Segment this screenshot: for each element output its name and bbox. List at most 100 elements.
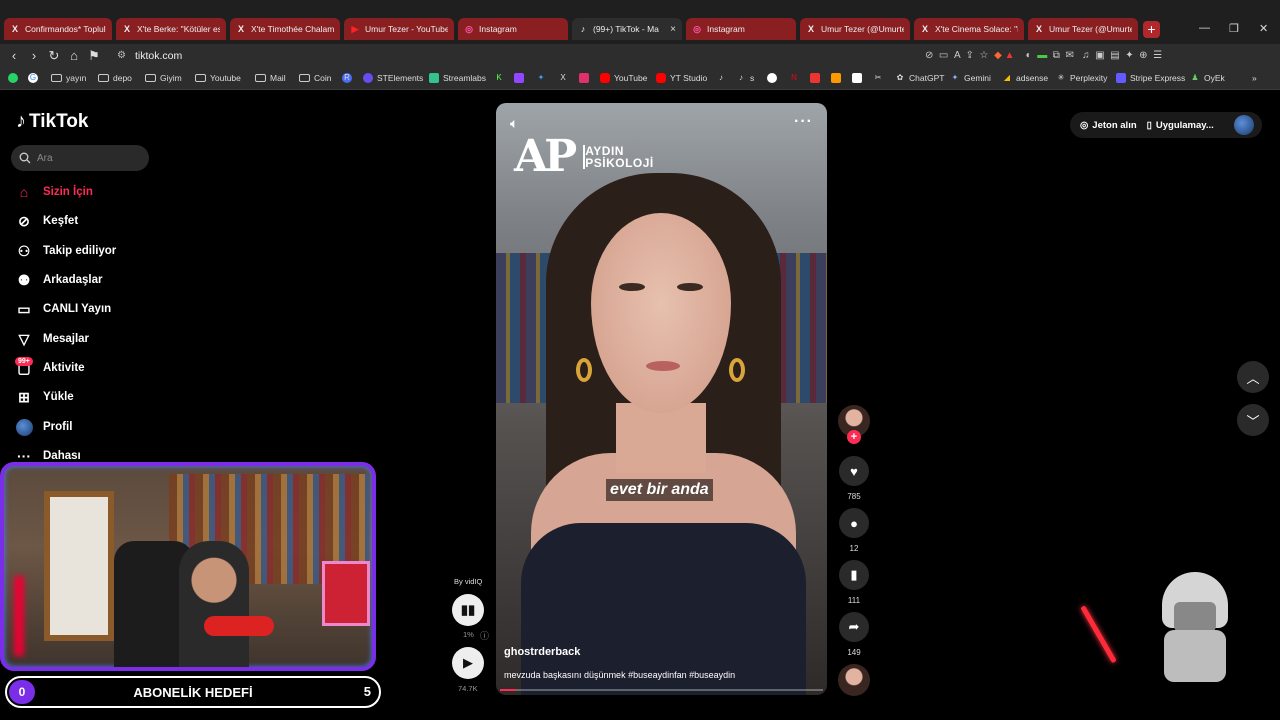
bookmark[interactable] (852, 73, 866, 83)
like-action[interactable]: ♥ 785 (838, 456, 870, 501)
like-count: 785 (847, 492, 861, 501)
get-app-button[interactable]: ▯ Uygulamay... (1147, 120, 1214, 131)
video-eye (619, 283, 645, 291)
comment-icon[interactable]: ● (839, 508, 869, 538)
nav-friends[interactable]: ⚉ Arkadaşlar (15, 271, 103, 289)
bookmark-folder[interactable]: Coin (299, 73, 331, 83)
video-progress-bar[interactable] (500, 689, 823, 691)
browser-tab[interactable]: X Confirmandos* Toplulu (4, 18, 112, 40)
site-info-icon[interactable]: ⚙ (117, 50, 126, 61)
bookmark-folder[interactable]: Giyim (145, 73, 182, 83)
bookmark[interactable]: YouTube (600, 73, 647, 83)
bookmark[interactable] (767, 73, 781, 83)
bookmark[interactable]: ✳ Perplexity (1056, 73, 1108, 83)
browser-tab-active[interactable]: ♪ (99+) TikTok - Ma × (572, 18, 682, 40)
search-box[interactable] (11, 145, 149, 171)
more-bookmarks-icon[interactable]: » (1252, 73, 1257, 83)
play-button[interactable]: ▶ (452, 647, 484, 679)
bookmark[interactable]: X (558, 73, 572, 83)
share-icon[interactable]: ➦ (839, 612, 869, 642)
forward-icon[interactable]: › (26, 49, 42, 63)
bookmark[interactable]: N (789, 73, 803, 83)
nav-upload[interactable]: ⊞ Yükle (15, 388, 74, 406)
heart-icon[interactable]: ♥ (839, 456, 869, 486)
minimize-icon[interactable]: — (1199, 22, 1210, 34)
volume-icon[interactable]: 🔈︎ (510, 115, 518, 132)
bookmark-icon[interactable]: ⚑ (86, 49, 102, 63)
browser-tab[interactable]: X X'te Cinema Solace: "N (914, 18, 1024, 40)
back-icon[interactable]: ‹ (6, 49, 22, 63)
bookmark[interactable]: ✿ ChatGPT (895, 73, 945, 83)
video-caption[interactable]: mevzuda başkasını düşünmek #buseaydinfan… (504, 670, 735, 680)
search-icon (19, 152, 31, 164)
reload-icon[interactable]: ↻ (46, 49, 62, 63)
adsense-icon: ◢ (1003, 73, 1011, 82)
bookmark[interactable] (810, 73, 824, 83)
url-field[interactable]: tiktok.com (135, 50, 182, 62)
bookmark[interactable]: ◢ adsense (1002, 73, 1048, 83)
previous-video-button[interactable]: ︿ (1237, 361, 1269, 393)
maximize-icon[interactable]: ❐ (1229, 22, 1239, 35)
search-input[interactable] (37, 152, 137, 164)
get-coins-button[interactable]: ◎ Jeton alın (1080, 120, 1137, 131)
next-video-button[interactable]: ﹀ (1237, 404, 1269, 436)
bookmark-folder[interactable]: Youtube (195, 73, 241, 83)
browser-tab[interactable]: ◎ Instagram (458, 18, 568, 40)
nav-explore[interactable]: ⊘ Keşfet (15, 212, 78, 230)
comment-action[interactable]: ● 12 (838, 508, 870, 553)
vidiq-stats-button[interactable]: ▮▮ (452, 594, 484, 626)
youtube-icon (600, 73, 610, 83)
music-disc-avatar[interactable] (838, 664, 870, 696)
bookmark-icon[interactable]: ▮ (839, 560, 869, 590)
browser-tab[interactable]: X X'te Timothée Chalam (230, 18, 340, 40)
share-action[interactable]: ➦ 149 (838, 612, 870, 657)
more-options-icon[interactable]: ··· (794, 113, 813, 131)
amazon-icon (852, 73, 862, 83)
user-avatar[interactable] (1234, 115, 1254, 135)
youtube-studio-icon (656, 73, 666, 83)
follow-plus-icon[interactable]: + (847, 430, 861, 444)
toolbar-extension-icons[interactable]: ⊘ ▭ A ⇪ ☆ ◆ ▲ ◐ ▬ ⧉ ✉ ♫ ▣ ▤ ✦ ⊕ ☰ (925, 50, 1162, 61)
browser-tab[interactable]: ▶ Umur Tezer - YouTube (344, 18, 454, 40)
nav-following[interactable]: ⚇ Takip ediliyor (15, 242, 117, 260)
google-bookmark[interactable]: G (28, 73, 42, 83)
close-window-icon[interactable]: ✕ (1259, 22, 1268, 35)
whatsapp-bookmark[interactable] (8, 73, 22, 83)
bookmark[interactable]: ♪ s (736, 73, 754, 83)
home-icon[interactable]: ⌂ (66, 49, 82, 63)
nav-profile[interactable]: Profil (15, 418, 72, 436)
bookmark[interactable]: YT Studio (656, 73, 707, 83)
browser-tab[interactable]: ◎ Instagram (686, 18, 796, 40)
info-icon[interactable]: ⓘ (480, 629, 489, 642)
bookmark[interactable]: ✂ (873, 73, 887, 83)
video-author[interactable]: ghostrderback (504, 646, 580, 658)
close-tab-icon[interactable]: × (666, 24, 676, 35)
nav-messages[interactable]: ▽ Mesajlar (15, 330, 89, 348)
bookmark[interactable]: R (342, 73, 356, 83)
bookmark-folder[interactable]: Mail (255, 73, 286, 83)
bookmark[interactable]: Streamlabs (429, 73, 486, 83)
video-player[interactable]: 🔈︎ ··· AP AYDIN PSİKOLOJİ evet bir anda … (496, 103, 827, 695)
browser-tab[interactable]: X Umur Tezer (@Umurte (800, 18, 910, 40)
browser-tab[interactable]: X X'te Berke: "Kötüler es (116, 18, 226, 40)
bookmark[interactable] (514, 73, 528, 83)
vader-mascot (1150, 572, 1240, 682)
tiktok-logo[interactable]: ♪ TikTok (16, 110, 88, 133)
bookmark[interactable]: ✦ (536, 73, 550, 83)
bookmark-folder[interactable]: depo (98, 73, 132, 83)
bookmark[interactable]: Stripe Express (1116, 73, 1185, 83)
bookmark[interactable]: ♟ OyEk (1190, 73, 1224, 83)
save-action[interactable]: ▮ 111 (838, 560, 870, 605)
bookmark[interactable]: ♪ (716, 73, 730, 83)
bookmark[interactable]: ✦ Gemini (950, 73, 991, 83)
bookmark-folder[interactable]: yayın (51, 73, 86, 83)
goal-target: 5 (363, 684, 371, 699)
bookmark[interactable] (831, 73, 845, 83)
nav-for-you[interactable]: ⌂ Sizin İçin (15, 183, 93, 201)
nav-live[interactable]: ▭ CANLI Yayın (15, 300, 111, 318)
bookmark[interactable]: STElements (363, 73, 423, 83)
bookmark[interactable] (579, 73, 593, 83)
new-tab-button[interactable]: + (1143, 21, 1160, 38)
bookmark[interactable]: K (494, 73, 508, 83)
browser-tab[interactable]: X Umur Tezer (@Umurte (1028, 18, 1138, 40)
